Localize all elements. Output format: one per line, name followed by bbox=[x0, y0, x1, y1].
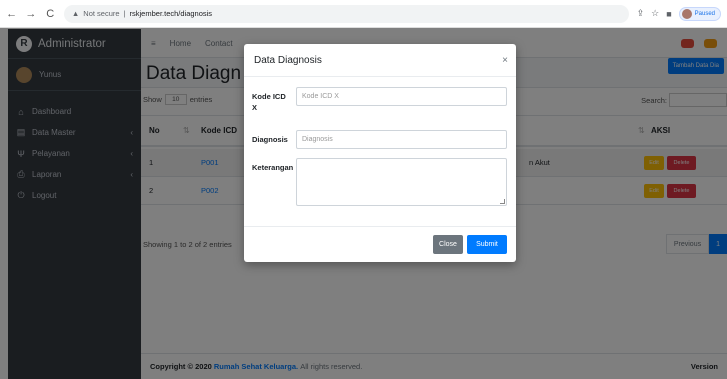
close-icon[interactable]: × bbox=[502, 55, 508, 66]
not-secure-label: Not secure bbox=[83, 9, 120, 18]
submit-button[interactable]: Submit bbox=[467, 235, 507, 254]
modal-footer: Close Submit bbox=[244, 226, 516, 262]
warning-icon: ▲ bbox=[71, 9, 80, 18]
kode-icd-label: Kode ICD X bbox=[252, 92, 286, 112]
modal-header: Data Diagnosis × bbox=[244, 44, 516, 77]
forward-icon[interactable]: → bbox=[25, 8, 36, 20]
share-icon[interactable]: ⇪ bbox=[637, 8, 645, 19]
reload-icon[interactable]: C bbox=[45, 8, 56, 20]
url-text: rskjember.tech/diagnosis bbox=[129, 9, 213, 18]
back-icon[interactable]: ← bbox=[6, 8, 17, 20]
keterangan-textarea[interactable] bbox=[296, 158, 507, 206]
kode-icd-input[interactable]: Kode ICD X bbox=[296, 87, 507, 106]
close-button[interactable]: Close bbox=[433, 235, 463, 254]
profile-status: Paused bbox=[694, 10, 716, 17]
address-bar[interactable]: ▲ Not secure | rskjember.tech/diagnosis bbox=[63, 4, 629, 23]
keterangan-label: Keterangan bbox=[252, 163, 294, 172]
profile-button[interactable]: Paused bbox=[678, 6, 722, 21]
sidepanel-icon[interactable]: ■ bbox=[666, 9, 671, 19]
browser-toolbar: ← → C ▲ Not secure | rskjember.tech/diag… bbox=[0, 0, 727, 28]
modal-title: Data Diagnosis bbox=[254, 54, 322, 66]
diagnosis-input[interactable]: Diagnosis bbox=[296, 130, 507, 149]
browser-actions: ⇪ ☆ ■ Paused bbox=[637, 6, 722, 21]
diagnosis-label: Diagnosis bbox=[252, 135, 288, 144]
star-icon[interactable]: ☆ bbox=[651, 8, 659, 19]
address-separator: | bbox=[123, 9, 126, 18]
profile-avatar bbox=[681, 8, 692, 19]
diagnosis-modal: Data Diagnosis × Kode ICD X Kode ICD X D… bbox=[244, 44, 516, 262]
resize-handle-icon[interactable] bbox=[500, 199, 505, 204]
